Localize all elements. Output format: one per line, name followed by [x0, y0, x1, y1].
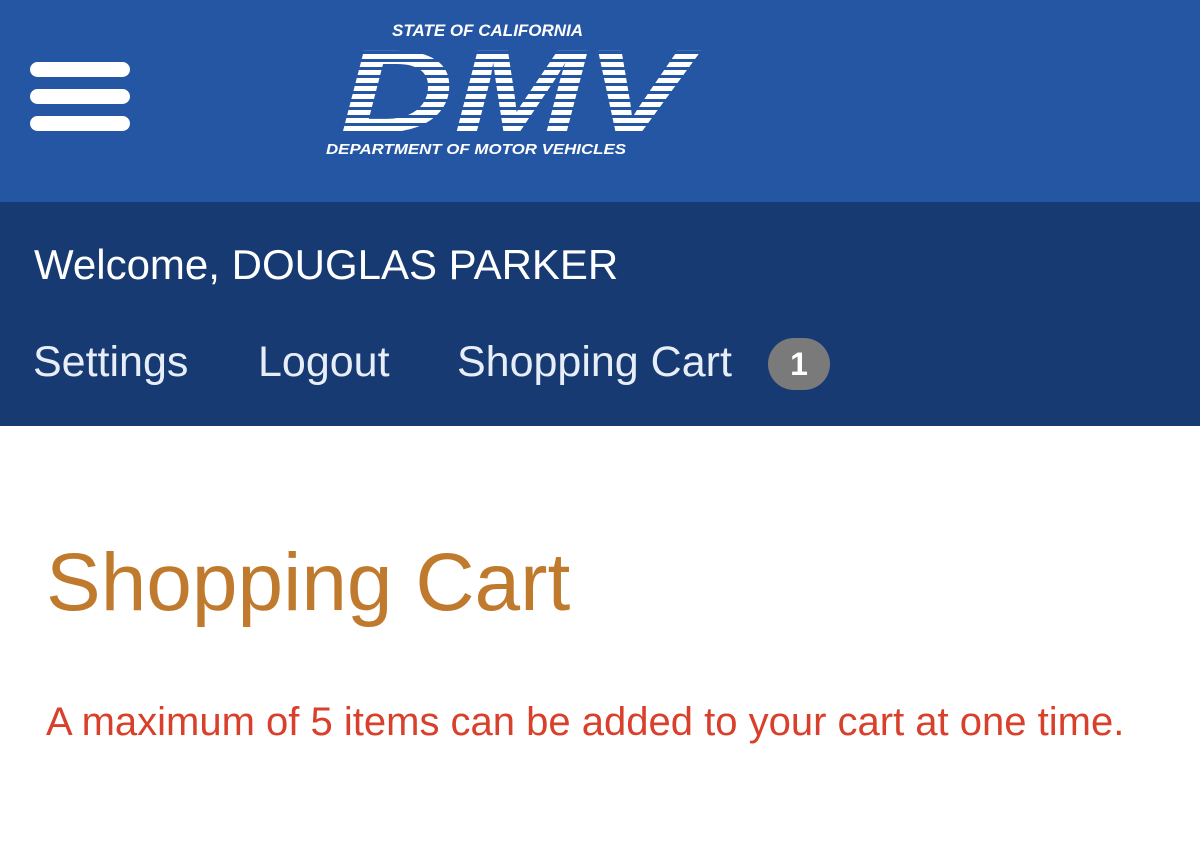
logo-dmv-text: DMV [340, 26, 701, 158]
logo-department-text: DEPARTMENT OF MOTOR VEHICLES [326, 141, 626, 158]
cart-count-badge[interactable]: 1 [768, 338, 830, 390]
welcome-message: Welcome, DOUGLAS PARKER [34, 241, 619, 288]
settings-link[interactable]: Settings [33, 336, 188, 388]
user-bar [0, 202, 1200, 426]
dmv-logo[interactable]: STATE OF CALIFORNIA DMV DEPARTMENT OF MO… [322, 14, 702, 164]
menu-bar [30, 116, 130, 131]
cart-limit-notice: A maximum of 5 items can be added to you… [46, 700, 1125, 744]
logout-link[interactable]: Logout [258, 336, 390, 388]
menu-bar [30, 62, 130, 77]
dmv-logo-graphic: STATE OF CALIFORNIA DMV DEPARTMENT OF MO… [326, 21, 701, 158]
page-title: Shopping Cart [46, 537, 571, 628]
hamburger-menu-icon[interactable] [30, 60, 130, 132]
menu-bar [30, 89, 130, 104]
shopping-cart-link[interactable]: Shopping Cart [457, 336, 732, 388]
